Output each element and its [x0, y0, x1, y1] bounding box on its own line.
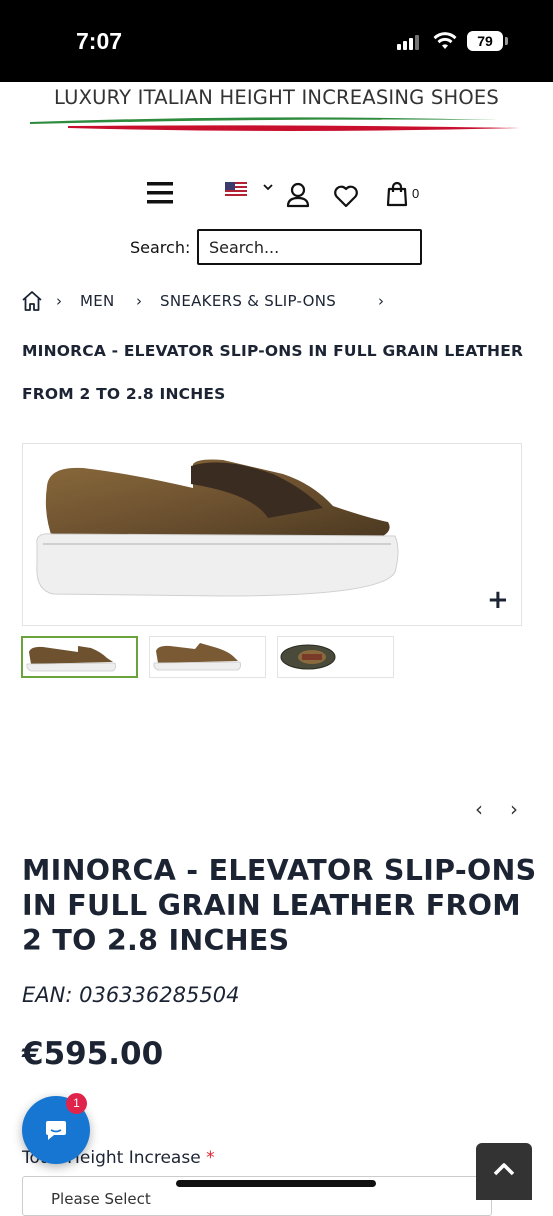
breadcrumb-current-page: MINORCA - ELEVATOR SLIP-ONS IN FULL GRAI…	[22, 342, 524, 403]
zoom-plus-icon[interactable]: +	[487, 587, 509, 613]
product-title: MINORCA - ELEVATOR SLIP-ONS IN FULL GRAI…	[22, 854, 537, 957]
product-price: €595.00	[22, 1036, 164, 1072]
cart-bag-icon[interactable]	[386, 181, 408, 207]
status-time: 7:07	[76, 28, 123, 54]
breadcrumb-item-men[interactable]: MEN	[80, 292, 115, 310]
gallery-next-button[interactable]: ›	[510, 797, 518, 821]
breadcrumb-item-sneakers[interactable]: SNEAKERS & SLIP-ONS	[160, 292, 336, 310]
account-icon[interactable]	[286, 182, 310, 208]
search-label: Search:	[130, 238, 191, 257]
signal-icon	[397, 34, 425, 50]
hamburger-menu-icon[interactable]	[147, 181, 173, 205]
breadcrumb-separator-icon: ›	[56, 292, 62, 310]
thumbnail-2[interactable]	[149, 636, 266, 678]
chat-bubble-icon	[46, 1121, 66, 1140]
product-main-image[interactable]	[22, 443, 522, 626]
site-logo[interactable]: LUXURY ITALIAN HEIGHT INCREASING SHOES	[0, 86, 553, 109]
thumbnail-1[interactable]	[21, 636, 138, 678]
breadcrumb-separator-icon: ›	[378, 292, 384, 310]
status-bar: 7:07 79	[0, 0, 553, 82]
shoe-thumbnail-top	[280, 644, 336, 670]
chevron-down-icon[interactable]	[263, 184, 273, 192]
chat-notification-badge: 1	[66, 1093, 87, 1114]
battery-tip	[505, 37, 508, 45]
logo-swoosh	[30, 117, 520, 131]
wishlist-heart-icon[interactable]	[333, 184, 359, 208]
chevron-up-icon	[493, 1163, 515, 1176]
battery-icon: 79	[467, 31, 503, 51]
thumbnail-3[interactable]	[277, 636, 394, 678]
gallery-prev-button[interactable]: ‹	[475, 797, 483, 821]
shoe-image	[36, 459, 399, 597]
cart-count[interactable]: 0	[412, 186, 419, 201]
home-icon[interactable]	[21, 290, 43, 312]
home-indicator	[176, 1180, 376, 1187]
shoe-thumbnail-side	[26, 646, 117, 672]
wifi-icon	[433, 32, 457, 49]
required-mark: *	[206, 1148, 215, 1168]
us-flag-icon[interactable]	[225, 182, 247, 196]
product-ean: EAN: 036336285504	[22, 983, 240, 1007]
breadcrumb: › MEN › SNEAKERS & SLIP-ONS ›	[0, 282, 553, 322]
search-input[interactable]	[197, 229, 422, 265]
breadcrumb-separator-icon: ›	[136, 292, 142, 310]
shoe-thumbnail-side-alt	[153, 643, 242, 671]
scroll-to-top-button[interactable]	[476, 1143, 532, 1200]
